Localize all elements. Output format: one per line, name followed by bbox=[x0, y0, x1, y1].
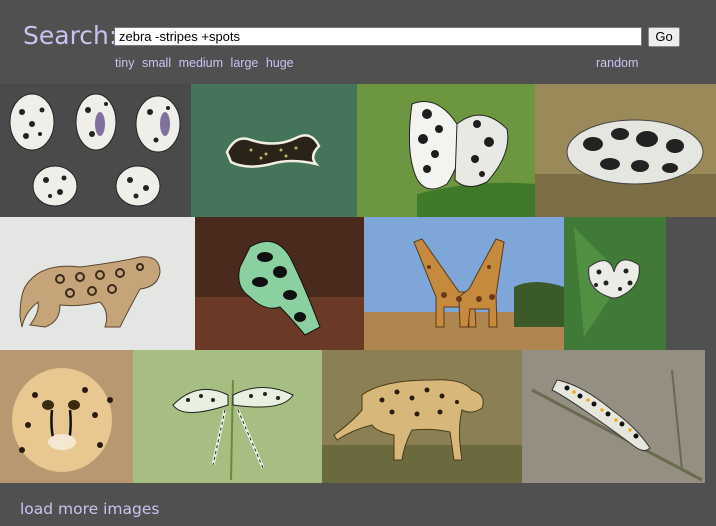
giraffes-image[interactable] bbox=[364, 217, 564, 350]
spotted-sea-slug-image[interactable] bbox=[535, 84, 716, 217]
spotted-shells-image[interactable] bbox=[0, 84, 191, 217]
random-link[interactable]: random bbox=[596, 56, 638, 70]
cheetah-face-image[interactable] bbox=[0, 350, 133, 483]
size-options: tiny small medium large huge bbox=[115, 56, 298, 70]
spotted-moth-image[interactable] bbox=[564, 217, 666, 350]
spotted-flatworm-image[interactable] bbox=[191, 84, 357, 217]
spotted-butterfly-image[interactable] bbox=[357, 84, 535, 217]
search-input[interactable]: zebra -stripes +spots bbox=[114, 27, 642, 46]
load-more-link[interactable]: load more images bbox=[20, 500, 160, 518]
empty-tile bbox=[666, 217, 716, 350]
size-tiny-link[interactable]: tiny bbox=[115, 56, 134, 70]
size-large-link[interactable]: large bbox=[231, 56, 259, 70]
go-button[interactable]: Go bbox=[648, 27, 680, 47]
poison-dart-frog-image[interactable] bbox=[195, 217, 364, 350]
spotted-toy-animal-image[interactable] bbox=[0, 217, 195, 350]
size-huge-link[interactable]: huge bbox=[266, 56, 294, 70]
size-medium-link[interactable]: medium bbox=[179, 56, 223, 70]
walking-cheetah-image[interactable] bbox=[322, 350, 522, 483]
spotted-caterpillar-image[interactable] bbox=[522, 350, 705, 483]
search-label: Search: bbox=[23, 21, 118, 50]
size-small-link[interactable]: small bbox=[142, 56, 171, 70]
spotted-lacewing-image[interactable] bbox=[133, 350, 322, 483]
